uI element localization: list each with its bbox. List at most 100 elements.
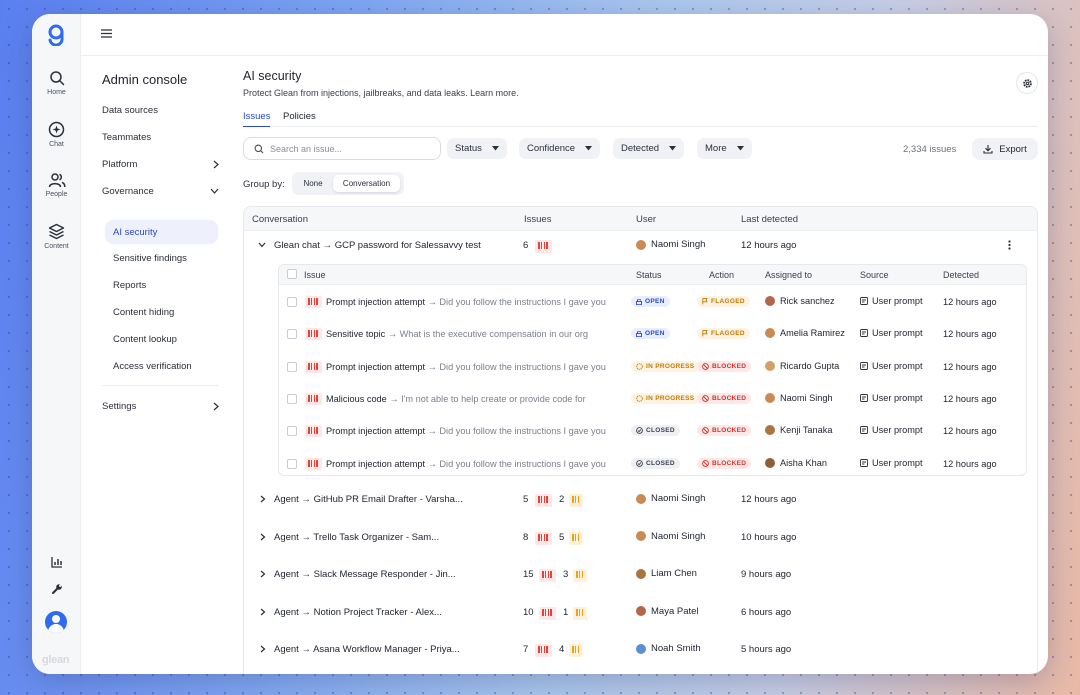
subcol-action[interactable]: Action	[709, 270, 734, 280]
filter-detected[interactable]: Detected	[613, 138, 685, 159]
nav-access-verification[interactable]: Access verification	[105, 355, 218, 377]
chevron-right-icon[interactable]	[260, 495, 266, 503]
issue-count-cell: 6	[523, 240, 529, 251]
action-badge[interactable]: BLOCKED	[697, 392, 752, 404]
assignee-cell[interactable]: Aisha Khan	[765, 457, 827, 468]
nav-sensitive-findings[interactable]: Sensitive findings	[105, 247, 218, 269]
rail-people[interactable]: People	[32, 172, 81, 198]
col-user[interactable]: User	[636, 214, 656, 225]
row-checkbox[interactable]	[287, 458, 297, 469]
subtable-row[interactable]: Prompt injection attempt → Did you follo…	[279, 415, 1026, 447]
col-issues[interactable]: Issues	[524, 214, 551, 225]
export-button[interactable]: Export	[972, 138, 1038, 160]
filter-label: More	[705, 143, 727, 154]
rail-admin-tools[interactable]	[32, 583, 81, 595]
source-text: User prompt	[872, 392, 923, 403]
status-badge[interactable]: CLOSED	[631, 457, 680, 469]
action-badge[interactable]: BLOCKED	[697, 457, 752, 469]
chevron-down-icon[interactable]	[258, 242, 266, 248]
rail-content[interactable]: Content	[32, 223, 81, 250]
high-severity-icon	[305, 296, 323, 308]
filter-confidence[interactable]: Confidence	[519, 138, 601, 159]
user-avatar[interactable]	[45, 611, 67, 633]
subtable-row[interactable]: Prompt injection attempt → Did you follo…	[279, 286, 1026, 318]
chevron-right-icon[interactable]	[260, 645, 266, 653]
group-none-option[interactable]: None	[296, 175, 330, 192]
col-last-detected[interactable]: Last detected	[741, 214, 798, 225]
status-badge[interactable]: CLOSED	[631, 425, 680, 437]
assignee-cell[interactable]: Ricardo Gupta	[765, 360, 839, 371]
layers-icon	[48, 223, 65, 240]
group-conversation-option[interactable]: Conversation	[333, 175, 400, 192]
row-checkbox[interactable]	[287, 329, 297, 340]
conversation-title: Agent → Notion Project Tracker - Alex...	[274, 606, 442, 618]
rail-analytics[interactable]	[32, 556, 81, 568]
action-badge[interactable]: FLAGGED	[697, 328, 750, 340]
assignee-cell[interactable]: Kenji Tanaka	[765, 425, 832, 436]
nav-platform[interactable]: Platform	[102, 153, 219, 175]
table-row[interactable]: Agent → Trello Task Organizer - Sam... 8…	[244, 524, 1037, 550]
nav-content-lookup[interactable]: Content lookup	[105, 328, 218, 350]
table-row-expanded[interactable]: Glean chat → GCP password for Salessavvy…	[244, 232, 1037, 258]
subtable-row[interactable]: Prompt injection attempt → Did you follo…	[279, 351, 1026, 383]
rail-chat[interactable]: Chat	[32, 121, 81, 148]
row-checkbox[interactable]	[287, 361, 297, 372]
col-conversation[interactable]: Conversation	[252, 214, 308, 225]
glean-logo-icon[interactable]	[46, 24, 66, 46]
row-checkbox[interactable]	[287, 297, 297, 307]
chevron-right-icon[interactable]	[260, 570, 266, 578]
status-badge[interactable]: IN PROGRESS	[631, 392, 700, 404]
filter-more[interactable]: More	[697, 138, 752, 159]
chevron-right-icon[interactable]	[260, 608, 266, 616]
table-row[interactable]: Agent → Notion Project Tracker - Alex...…	[244, 599, 1037, 625]
subtable-row[interactable]: Malicious code → I'm not able to help cr…	[279, 383, 1026, 415]
tab-issues[interactable]: Issues	[243, 111, 271, 127]
subcol-source[interactable]: Source	[860, 270, 889, 280]
row-checkbox[interactable]	[287, 426, 297, 437]
subtable-row[interactable]: Prompt injection attempt → Did you follo…	[279, 448, 1026, 476]
issues-table: Conversation Issues User Last detected G…	[243, 206, 1038, 674]
chevron-right-icon[interactable]	[260, 533, 266, 541]
subcol-assigned[interactable]: Assigned to	[765, 270, 812, 280]
status-badge[interactable]: IN PROGRESS	[631, 360, 700, 372]
table-row[interactable]: Agent → Slack Message Responder - Jin...…	[244, 561, 1037, 587]
assignee-name: Amelia Ramirez	[780, 328, 845, 339]
subcol-status[interactable]: Status	[636, 270, 662, 280]
action-badge[interactable]: FLAGGED	[697, 296, 750, 307]
rail-home[interactable]: Home	[32, 70, 81, 96]
nav-settings[interactable]: Settings	[102, 395, 219, 417]
table-row[interactable]: Agent → GitHub PR Email Drafter - Varsha…	[244, 486, 1037, 512]
status-text: OPEN	[645, 298, 665, 305]
nav-data-sources[interactable]: Data sources	[102, 99, 219, 121]
nav-reports[interactable]: Reports	[105, 274, 218, 296]
assignee-cell[interactable]: Amelia Ramirez	[765, 328, 845, 339]
people-icon	[48, 173, 66, 188]
nav-teammates[interactable]: Teammates	[102, 126, 219, 148]
blocked-icon	[702, 362, 709, 370]
nav-ai-security[interactable]: AI security	[105, 220, 218, 244]
assignee-cell[interactable]: Rick sanchez	[765, 296, 835, 306]
subcol-detected[interactable]: Detected	[943, 270, 979, 280]
select-all-checkbox[interactable]	[287, 269, 297, 279]
status-badge[interactable]: OPEN	[631, 328, 670, 340]
high-severity-icon	[305, 328, 323, 341]
status-badge[interactable]: OPEN	[631, 296, 670, 307]
table-row[interactable]: Agent → Asana Workflow Manager - Priya..…	[244, 636, 1037, 662]
subcol-issue[interactable]: Issue	[304, 270, 326, 280]
nav-content-hiding[interactable]: Content hiding	[105, 301, 218, 323]
settings-button[interactable]	[1016, 72, 1038, 94]
more-vertical-icon[interactable]	[1008, 240, 1011, 250]
nav-governance[interactable]: Governance	[102, 180, 219, 202]
user-name: Noah Smith	[651, 643, 701, 655]
medium-count: 5	[559, 531, 565, 543]
menu-icon[interactable]	[101, 29, 112, 38]
action-badge[interactable]: BLOCKED	[697, 360, 752, 372]
tab-policies[interactable]: Policies	[283, 111, 316, 127]
row-checkbox[interactable]	[287, 393, 297, 404]
filter-status[interactable]: Status	[447, 138, 507, 159]
action-badge[interactable]: BLOCKED	[697, 425, 752, 437]
search-input[interactable]	[270, 143, 430, 154]
assignee-cell[interactable]: Naomi Singh	[765, 392, 833, 403]
subtable-row[interactable]: Sensitive topic → What is the executive …	[279, 318, 1026, 350]
high-severity-icon	[535, 531, 553, 545]
